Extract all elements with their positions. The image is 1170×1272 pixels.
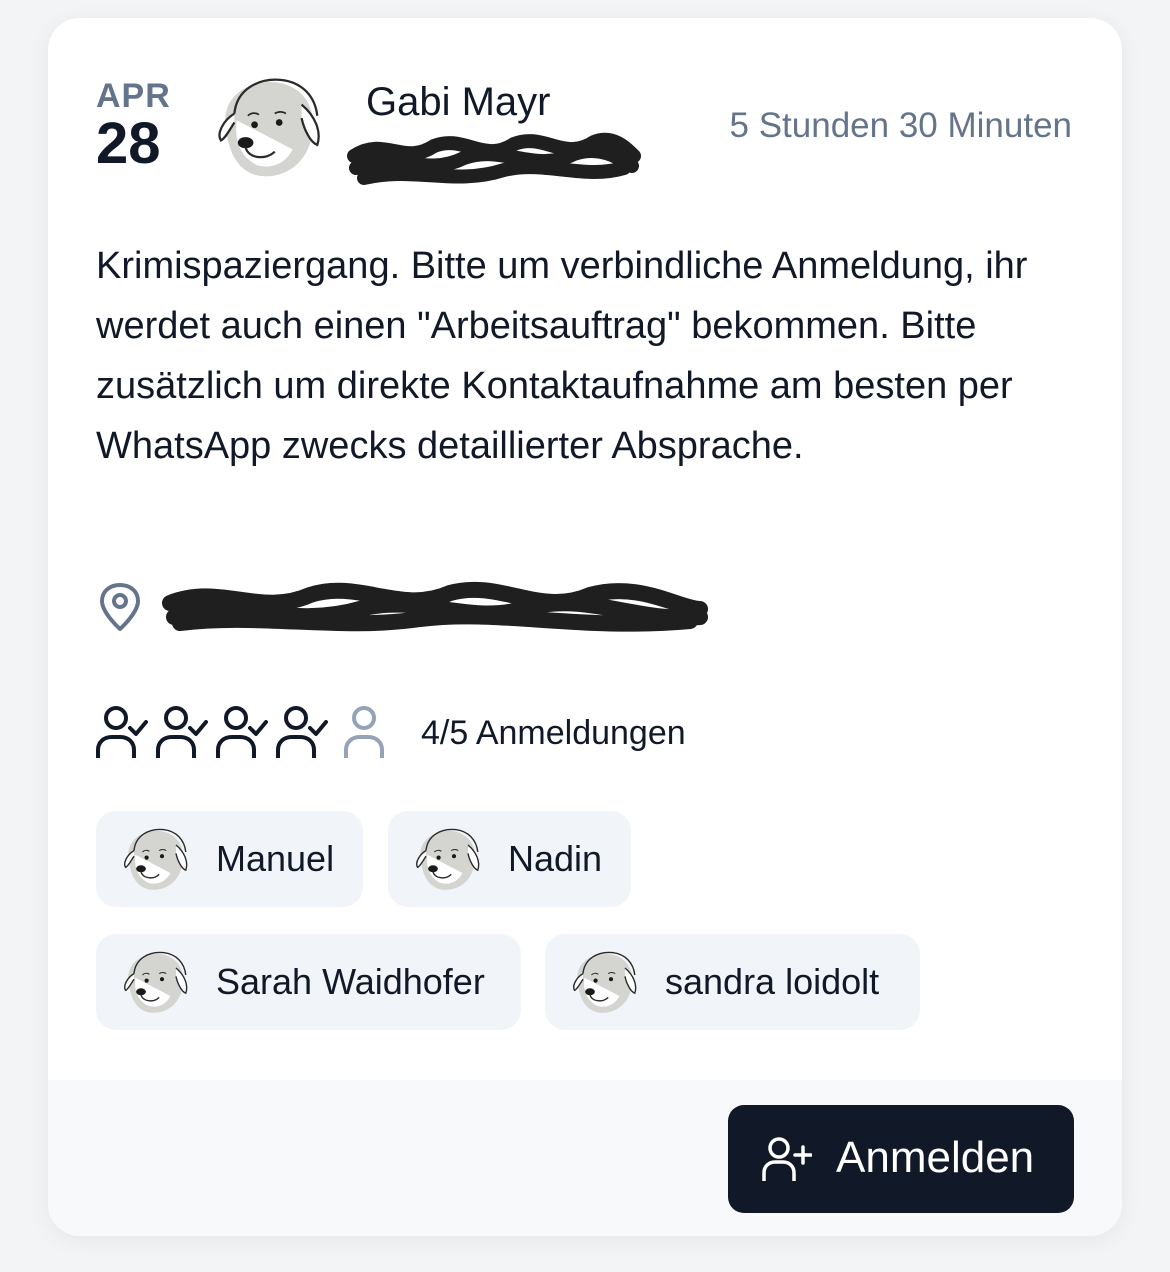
- participant-name: Sarah Waidhofer: [216, 961, 485, 1002]
- participant-chip[interactable]: Manuel: [96, 811, 363, 907]
- user-check-icon: [96, 704, 148, 760]
- map-pin-icon: [100, 583, 140, 631]
- participant-avatar: [120, 823, 190, 895]
- participant-avatar: [569, 946, 639, 1018]
- register-button-label: Anmelden: [836, 1133, 1035, 1182]
- redacted-contact: [347, 132, 641, 185]
- host-name[interactable]: Gabi Mayr: [366, 80, 551, 125]
- event-card: APR 28 Gabi Mayr 5 Stunden 30 Minuten Kr…: [48, 18, 1122, 1236]
- user-empty-icon: [342, 704, 394, 760]
- participant-chip[interactable]: sandra loidolt: [545, 934, 920, 1030]
- participant-name: sandra loidolt: [665, 961, 880, 1002]
- user-check-icon: [156, 704, 208, 760]
- participant-chip[interactable]: Sarah Waidhofer: [96, 934, 521, 1030]
- event-day: 28: [96, 111, 161, 176]
- event-description: Krimispaziergang. Bitte um verbindliche …: [96, 245, 1028, 467]
- user-check-icon: [276, 704, 328, 760]
- event-date: APR 28: [96, 76, 186, 176]
- attendance-count: 4/5 Anmeldungen: [421, 714, 686, 752]
- user-check-icon: [216, 704, 268, 760]
- participant-chip[interactable]: Nadin: [388, 811, 631, 907]
- user-plus-icon: [762, 1137, 812, 1181]
- redacted-location: [162, 581, 708, 632]
- event-month: APR: [96, 77, 171, 115]
- card-footer: Anmelden: [48, 1080, 1122, 1236]
- register-button[interactable]: Anmelden: [728, 1105, 1074, 1213]
- participant-avatar: [120, 946, 190, 1018]
- host-avatar[interactable]: [212, 68, 324, 186]
- participant-name: Nadin: [508, 838, 603, 879]
- event-duration: 5 Stunden 30 Minuten: [729, 106, 1072, 145]
- participant-avatar: [412, 823, 482, 895]
- participant-name: Manuel: [216, 838, 335, 879]
